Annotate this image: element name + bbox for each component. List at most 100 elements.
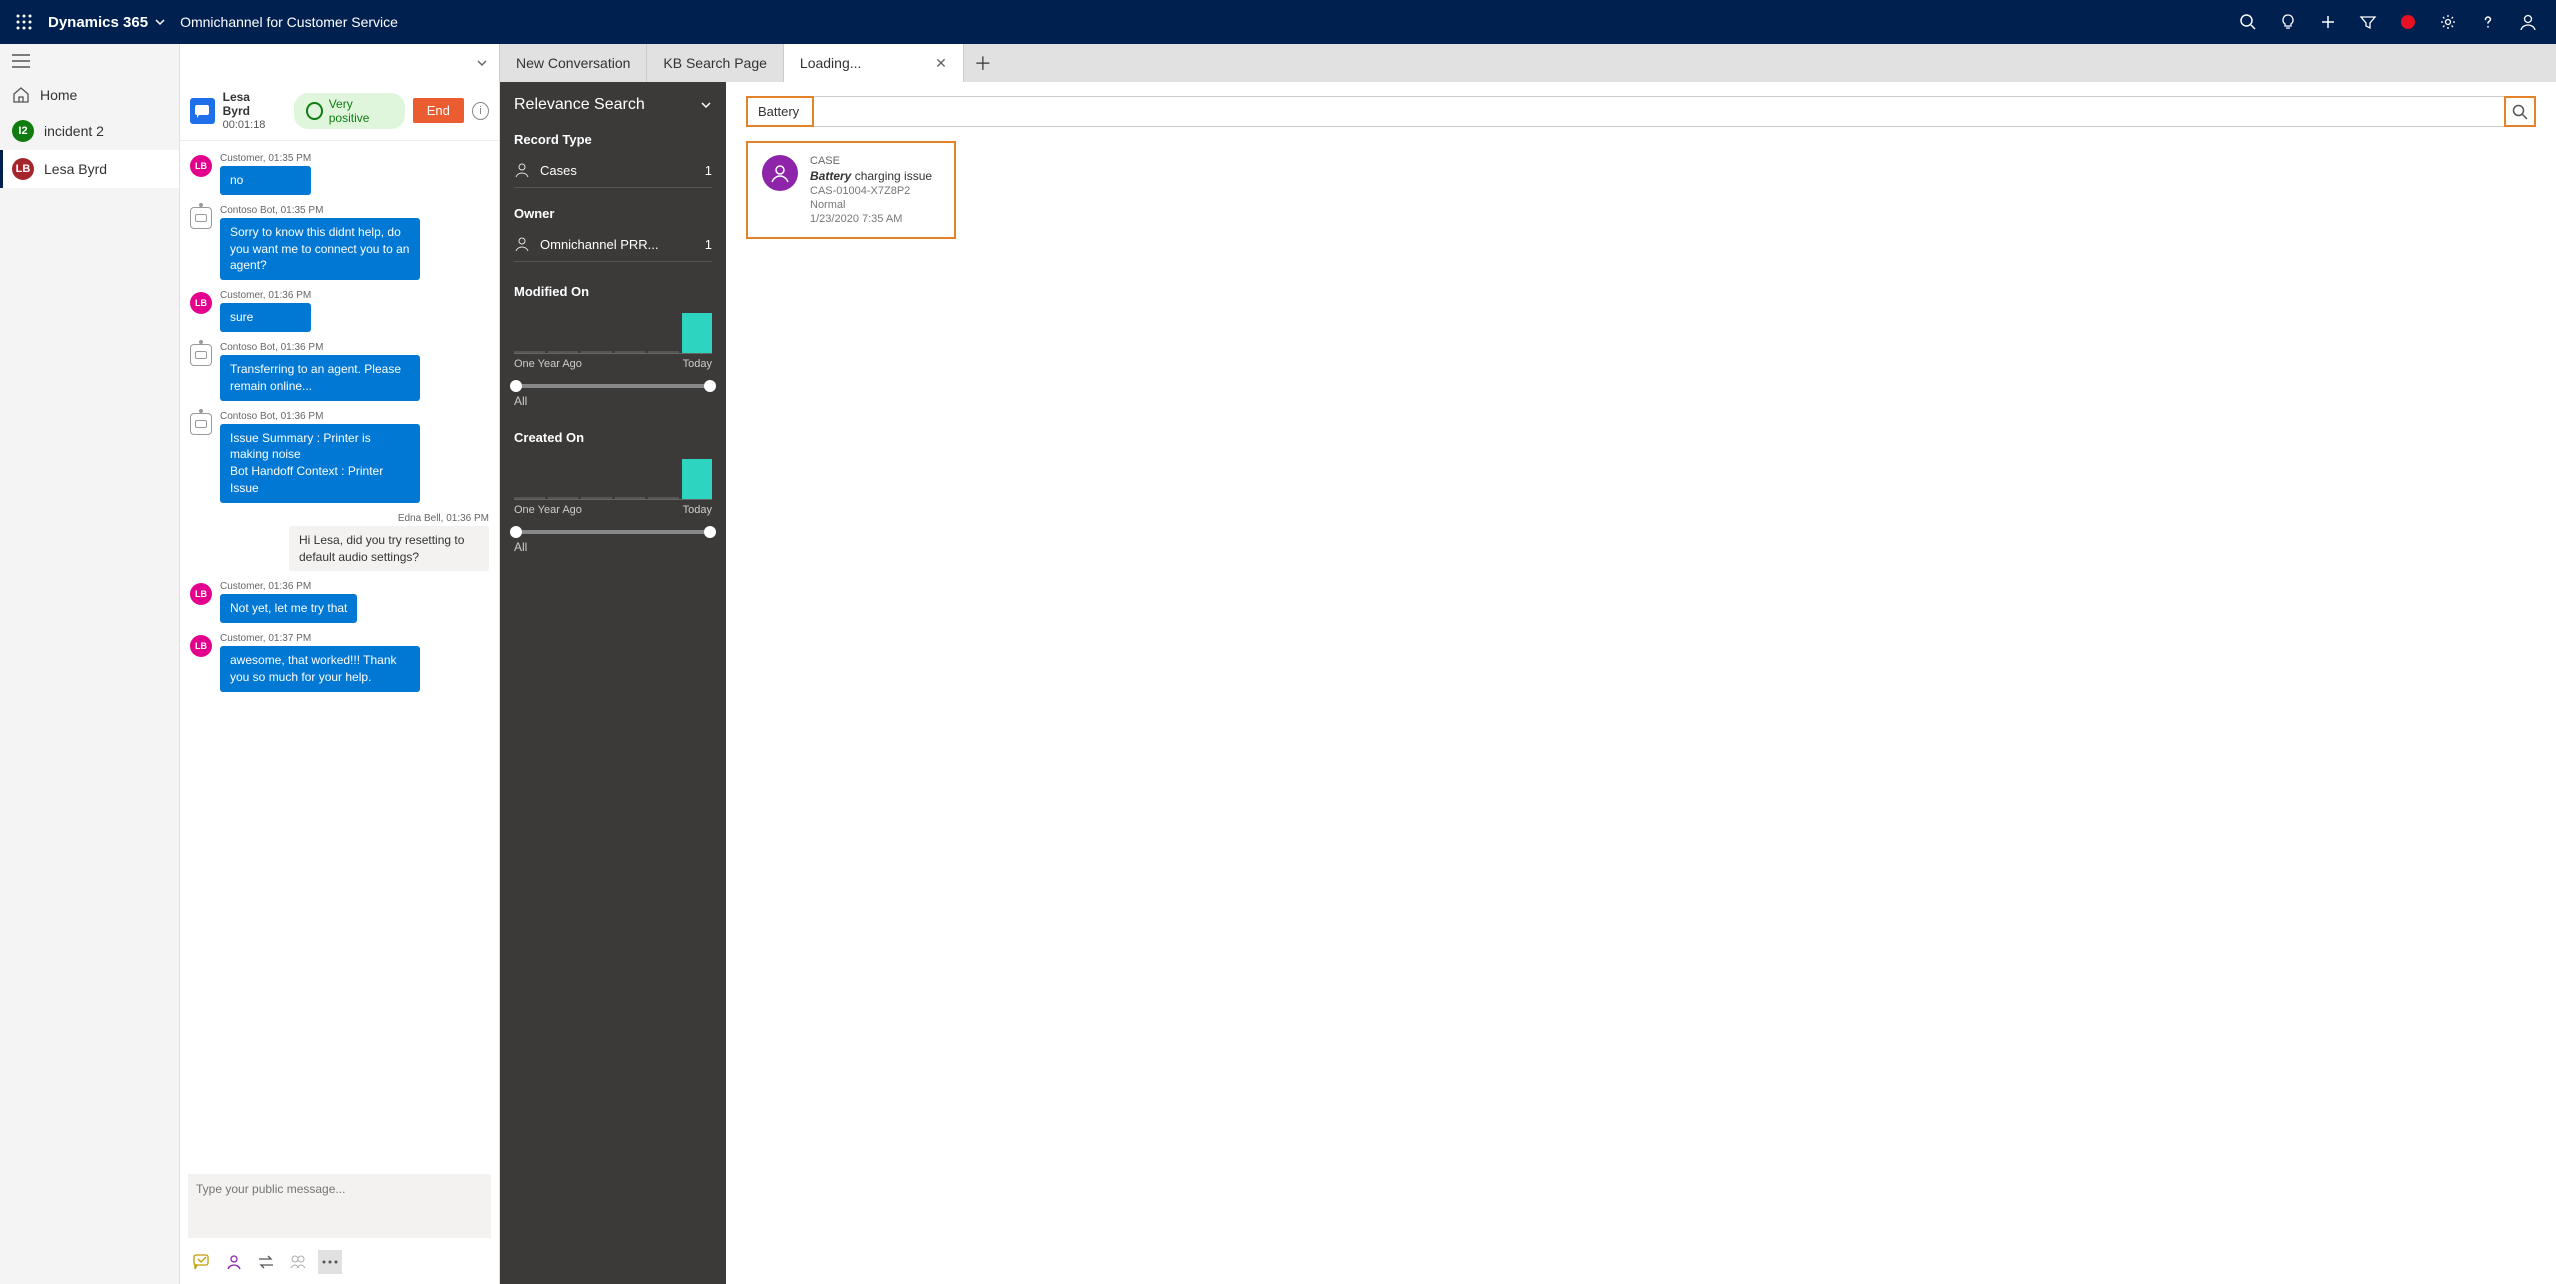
consult-icon[interactable] [222, 1250, 246, 1274]
relevance-title-text: Relevance Search [514, 96, 645, 114]
tab-add-button[interactable]: ＋ [964, 44, 1002, 82]
nav-session-label: Lesa Byrd [44, 161, 107, 177]
close-icon[interactable]: ✕ [935, 55, 947, 72]
chat-header: Lesa Byrd 00:01:18 Very positive End i [180, 82, 499, 141]
more-icon[interactable] [318, 1250, 342, 1274]
search-input-highlight: Battery [746, 96, 814, 127]
help-icon[interactable] [2468, 0, 2508, 44]
bot-avatar-icon [190, 344, 212, 366]
sentiment-pill: Very positive [294, 93, 405, 129]
axis-left: One Year Ago [514, 504, 582, 516]
message-meta: Customer, 01:36 PM [220, 290, 311, 301]
incident-badge: I2 [12, 120, 34, 142]
result-case-number: CAS-01004-X7Z8P2 [810, 185, 932, 197]
tab-new-conversation[interactable]: New Conversation [500, 44, 647, 82]
chat-message: LB Customer, 01:35 PM no [190, 153, 489, 195]
message-meta: Customer, 01:37 PM [220, 633, 420, 644]
hamburger-icon[interactable] [0, 44, 179, 78]
chat-message: Contoso Bot, 01:36 PMIssue Summary : Pri… [190, 411, 489, 503]
owner-header: Owner [514, 206, 712, 221]
tab-loading[interactable]: Loading... ✕ [784, 44, 964, 82]
chat-timer: 00:01:18 [223, 119, 278, 132]
tab-kb-search[interactable]: KB Search Page [647, 44, 784, 82]
nav-incident[interactable]: I2 incident 2 [0, 112, 179, 150]
filter-count: 1 [705, 237, 712, 252]
created-date-slider[interactable] [514, 530, 712, 534]
search-query[interactable]: Battery [758, 104, 799, 119]
message-meta: Customer, 01:36 PM [220, 581, 357, 592]
message-bubble: Issue Summary : Printer is making noise … [220, 424, 420, 503]
lightbulb-icon[interactable] [2268, 0, 2308, 44]
chat-toolbar [180, 1246, 499, 1284]
add-icon[interactable] [2308, 0, 2348, 44]
message-meta: Customer, 01:35 PM [220, 153, 311, 164]
search-bar: Battery [746, 96, 2536, 127]
filter-owner[interactable]: Omnichannel PRR... 1 [514, 227, 712, 262]
search-result-card[interactable]: CASE Battery charging issue CAS-01004-X7… [746, 141, 956, 239]
customer-avatar: LB [190, 292, 212, 314]
filter-cases[interactable]: Cases 1 [514, 153, 712, 188]
bot-avatar-icon [190, 413, 212, 435]
message-meta: Contoso Bot, 01:35 PM [220, 205, 420, 216]
filter-count: 1 [705, 163, 712, 178]
tab-bar: New Conversation KB Search Page Loading.… [180, 44, 2556, 82]
notes-icon[interactable] [286, 1250, 310, 1274]
app-subtitle: Omnichannel for Customer Service [180, 14, 398, 30]
search-icon [2512, 104, 2528, 120]
modified-date-slider[interactable] [514, 384, 712, 388]
chat-panel: Lesa Byrd 00:01:18 Very positive End i L… [180, 82, 500, 1284]
smile-icon [306, 102, 323, 120]
customer-avatar: LB [190, 635, 212, 657]
session-badge: LB [12, 158, 34, 180]
modified-on-chart [514, 309, 712, 354]
message-bubble: awesome, that worked!!! Thank you so muc… [220, 646, 420, 692]
chat-message-list: LB Customer, 01:35 PM no Contoso Bot, 01:35… [180, 141, 499, 1166]
created-on-chart [514, 455, 712, 500]
chat-channel-icon [190, 98, 215, 124]
message-bubble: Hi Lesa, did you try resetting to defaul… [289, 526, 489, 572]
chat-message: LB Customer, 01:37 PM awesome, that worked… [190, 633, 489, 692]
app-launcher-icon[interactable] [8, 6, 40, 38]
settings-icon[interactable] [2428, 0, 2468, 44]
chevron-down-icon[interactable] [700, 99, 712, 111]
search-input-field[interactable] [814, 96, 2504, 127]
nav-home[interactable]: Home [0, 78, 179, 112]
info-icon[interactable]: i [472, 102, 489, 120]
chat-message: Contoso Bot, 01:35 PMSorry to know this … [190, 205, 489, 280]
customer-avatar: LB [190, 583, 212, 605]
message-bubble: no [220, 166, 311, 195]
quick-reply-icon[interactable] [190, 1250, 214, 1274]
chat-input[interactable] [196, 1182, 483, 1227]
case-icon [514, 162, 530, 178]
relevance-title: Relevance Search [514, 96, 712, 114]
customer-avatar: LB [190, 155, 212, 177]
end-button[interactable]: End [413, 98, 464, 123]
user-icon[interactable] [2508, 0, 2548, 44]
chart-axis: One Year Ago Today [514, 358, 712, 370]
bot-avatar-icon [190, 207, 212, 229]
chat-message: Edna Bell, 01:36 PMHi Lesa, did you try … [190, 513, 489, 572]
presence-indicator[interactable] [2388, 0, 2428, 44]
result-avatar-icon [762, 155, 798, 191]
message-meta: Contoso Bot, 01:36 PM [220, 342, 420, 353]
search-button[interactable] [2504, 96, 2536, 127]
home-icon [12, 86, 30, 104]
chat-message: LBCustomer, 01:36 PMNot yet, let me try … [190, 581, 489, 623]
tab-label: KB Search Page [663, 55, 767, 71]
axis-right: Today [683, 504, 712, 516]
result-date: 1/23/2020 7:35 AM [810, 213, 932, 225]
chevron-down-icon [475, 56, 489, 70]
result-title: Battery charging issue [810, 169, 932, 183]
app-name-dropdown[interactable]: Dynamics 365 [48, 14, 166, 31]
breadcrumb-dropdown[interactable] [180, 44, 500, 82]
transfer-icon[interactable] [254, 1250, 278, 1274]
chat-message: Contoso Bot, 01:36 PM Transferring to an … [190, 342, 489, 401]
message-bubble: Transferring to an agent. Please remain … [220, 355, 420, 401]
nav-session-lesa[interactable]: LB Lesa Byrd [0, 150, 179, 188]
left-sidebar: Home I2 incident 2 LB Lesa Byrd [0, 44, 180, 1284]
chat-message: LBCustomer, 01:36 PMsure [190, 290, 489, 332]
nav-home-label: Home [40, 87, 77, 103]
search-icon[interactable] [2228, 0, 2268, 44]
chevron-down-icon [154, 16, 166, 28]
filter-icon[interactable] [2348, 0, 2388, 44]
